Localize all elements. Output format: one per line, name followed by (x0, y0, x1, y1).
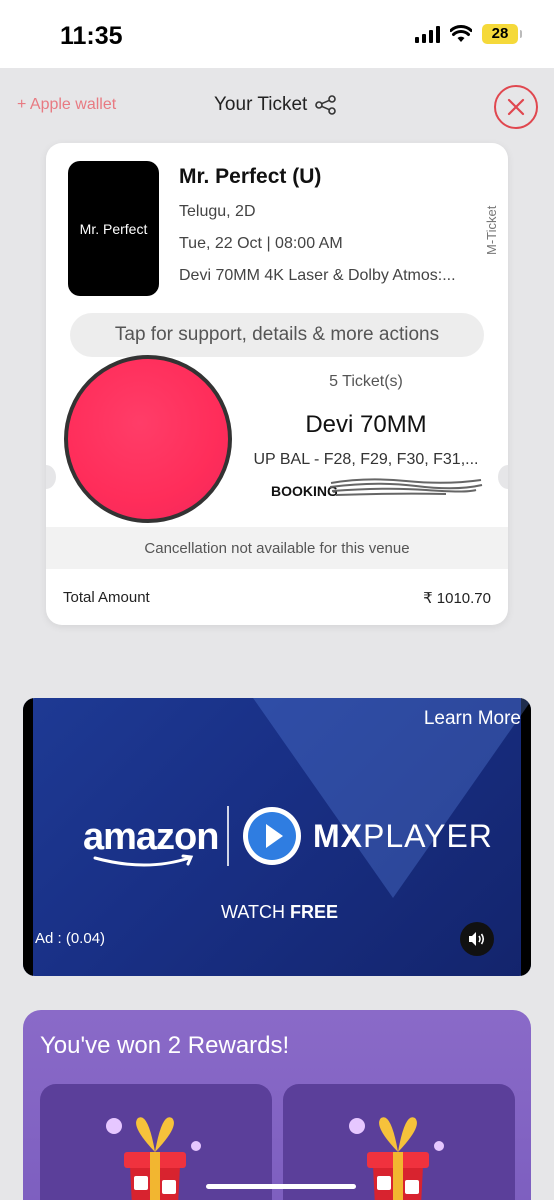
rewards-card: You've won 2 Rewards! (23, 1010, 531, 1200)
movie-poster: Mr. Perfect (68, 161, 159, 296)
qr-code-redaction (64, 355, 232, 523)
header-title-share[interactable]: Your Ticket (214, 94, 337, 116)
rewards-title: You've won 2 Rewards! (40, 1032, 290, 1059)
close-button[interactable] (494, 85, 538, 129)
battery-icon: 28 (482, 24, 522, 44)
close-icon (507, 98, 525, 116)
show-datetime: Tue, 22 Oct | 08:00 AM (179, 235, 343, 252)
reward-tile[interactable] (283, 1084, 515, 1200)
apple-wallet-button[interactable]: + Apple wallet (17, 96, 116, 114)
status-icons: 28 (415, 24, 522, 44)
status-time: 11:35 (60, 22, 123, 50)
total-amount-label: Total Amount (63, 589, 150, 606)
mxplayer-logo-rest: PLAYER (363, 818, 493, 854)
ad-edge-left (23, 698, 33, 976)
m-ticket-label: M-Ticket (484, 205, 499, 255)
reward-tile[interactable] (40, 1084, 272, 1200)
support-actions-button[interactable]: Tap for support, details & more actions (70, 313, 484, 357)
movie-title: Mr. Perfect (U) (179, 165, 322, 188)
cellular-signal-icon (415, 25, 440, 43)
learn-more-link[interactable]: Learn More (424, 708, 521, 730)
cancellation-note: Cancellation not available for this venu… (46, 527, 508, 569)
amazon-logo: amazon (83, 816, 219, 867)
volume-icon (469, 932, 485, 946)
ticket-count: 5 Ticket(s) (329, 373, 403, 390)
ticket-notch-right (498, 465, 508, 489)
home-indicator[interactable] (206, 1184, 356, 1189)
status-bar: 11:35 28 (0, 0, 554, 68)
venue-name: Devi 70MM 4K Laser & Dolby Atmos:... (179, 267, 456, 284)
watch-text: WATCH (221, 902, 285, 922)
ticket-notch-left (46, 465, 56, 489)
amazon-smile-icon (93, 854, 194, 867)
screen-name: Devi 70MM (305, 411, 427, 438)
free-text: FREE (290, 902, 339, 922)
gift-box-icon (106, 1117, 201, 1200)
page-title: Your Ticket (214, 94, 308, 115)
seat-numbers: UP BAL - F28, F29, F30, F31,... (253, 451, 479, 468)
share-icon (315, 95, 337, 115)
ad-banner[interactable]: Learn More amazon MXPLAYER WATCH FREE Ad… (23, 698, 531, 976)
ad-timer: Ad : (0.04) (35, 930, 106, 947)
mxplayer-logo-bold: MX (313, 818, 363, 854)
mxplayer-logo: MXPLAYER (313, 818, 493, 855)
ticket-card[interactable]: Mr. Perfect Mr. Perfect (U) Telugu, 2D T… (46, 143, 508, 625)
watch-free-text: WATCH FREE (221, 902, 338, 923)
ad-divider (227, 806, 229, 866)
booking-id-redaction (329, 478, 483, 496)
amazon-logo-text: amazon (83, 816, 219, 858)
gift-box-icon (349, 1117, 444, 1200)
play-icon (243, 807, 301, 865)
wifi-icon (450, 25, 472, 42)
total-amount-value: ₹ 1010.70 (423, 590, 491, 607)
movie-language-format: Telugu, 2D (179, 203, 256, 220)
volume-button[interactable] (460, 922, 494, 956)
